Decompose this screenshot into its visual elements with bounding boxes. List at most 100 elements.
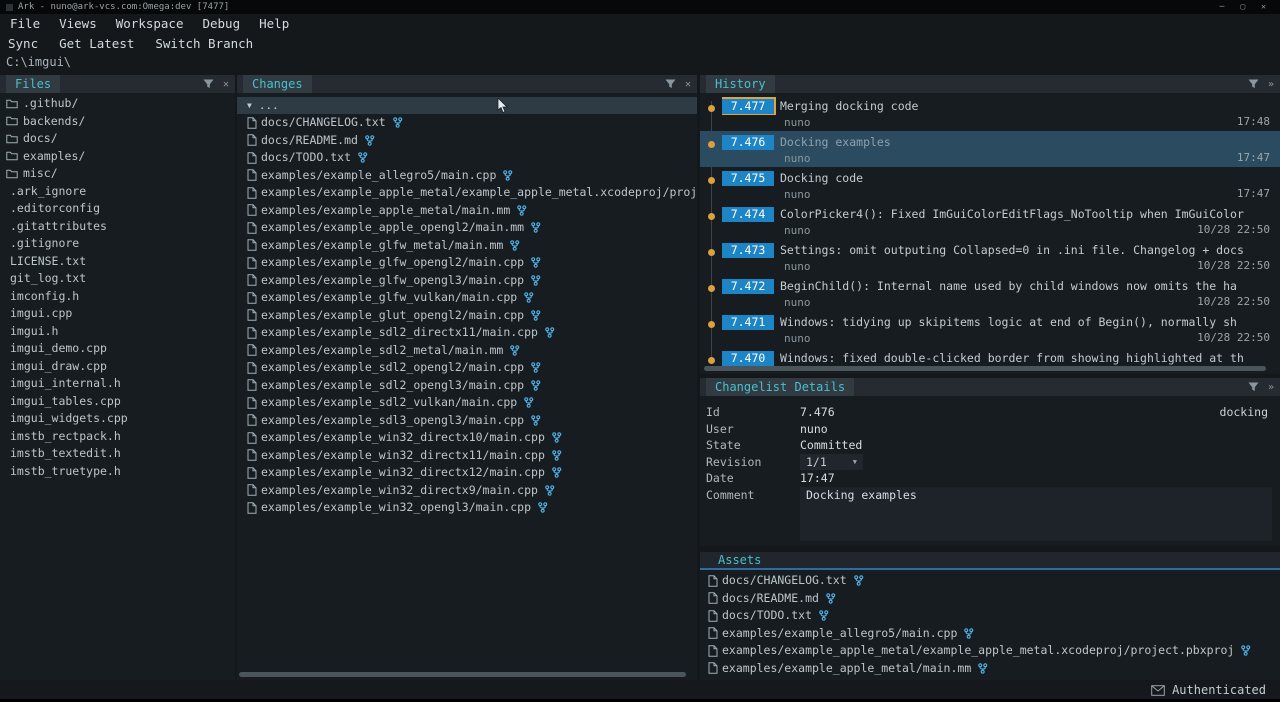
history-row[interactable]: 7.475 Docking code nuno 17:47 [700,167,1280,203]
changed-file-item[interactable]: examples/example_sdl2_vulkan/main.cpp [247,394,697,412]
maximize-icon[interactable]: ▢ [1240,0,1245,14]
file-tree-item[interactable]: imgui_widgets.cpp [6,410,235,428]
file-tree-item[interactable]: imgui.h [6,323,235,341]
file-tree-item[interactable]: .ark_ignore [6,183,235,201]
horizontal-scrollbar[interactable] [704,366,1272,372]
close-icon[interactable]: ✕ [1261,0,1266,14]
timeline-dot-icon [708,249,715,256]
changed-file-item[interactable]: examples/example_apple_metal/example_app… [247,184,697,202]
file-tree-item[interactable]: .github/ [6,95,235,113]
history-panel-header: History » [700,75,1280,93]
asset-item[interactable]: docs/README.md [708,590,1280,608]
file-tree-item[interactable]: imgui_internal.h [6,375,235,393]
changed-file-item[interactable]: docs/CHANGELOG.txt [247,114,697,132]
branch-icon [364,135,375,146]
changed-file-item[interactable]: examples/example_glfw_opengl2/main.cpp [247,254,697,272]
file-tree-item[interactable]: .editorconfig [6,200,235,218]
filter-icon[interactable] [203,79,214,89]
file-tree-item[interactable]: .gitattributes [6,218,235,236]
changed-file-item[interactable]: examples/example_win32_directx10/main.cp… [247,429,697,447]
filter-icon[interactable] [1248,79,1259,89]
revision-badge: 7.473 [722,243,774,258]
history-row[interactable]: 7.473 Settings: omit outputing Collapsed… [700,239,1280,275]
collapse-caret-icon[interactable]: ▼ [247,101,252,110]
changes-root-row[interactable]: ▼ ... [237,97,697,114]
file-name: LICENSE.txt [10,253,86,271]
changed-file-item[interactable]: examples/example_win32_directx12/main.cp… [247,464,697,482]
asset-item[interactable]: examples/example_apple_metal/example_app… [708,642,1280,660]
history-row[interactable]: 7.476 Docking examples nuno 17:47 [700,131,1280,167]
changed-file-item[interactable]: docs/README.md [247,132,697,150]
changed-file-item[interactable]: examples/example_allegro5/main.cpp [247,167,697,185]
file-tree-item[interactable]: imgui.cpp [6,305,235,323]
horizontal-scrollbar[interactable] [239,672,691,678]
file-tree-item[interactable]: imgui_draw.cpp [6,358,235,376]
changed-file-item[interactable]: examples/example_glfw_metal/main.mm [247,237,697,255]
file-tree-item[interactable]: backends/ [6,113,235,131]
changed-file-item[interactable]: examples/example_apple_metal/main.mm [247,202,697,220]
file-tree-item[interactable]: imstb_textedit.h [6,445,235,463]
file-tree-item[interactable]: LICENSE.txt [6,253,235,271]
filter-icon[interactable] [1248,382,1259,392]
changed-file-item[interactable]: examples/example_apple_opengl2/main.mm [247,219,697,237]
history-row[interactable]: 7.474 ColorPicker4(): Fixed ImGuiColorEd… [700,203,1280,239]
changed-file-item[interactable]: docs/TODO.txt [247,149,697,167]
file-tree-item[interactable]: docs/ [6,130,235,148]
history-row[interactable]: 7.471 Windows: tidying up skipitems logi… [700,311,1280,347]
history-tab[interactable]: History [706,75,775,93]
file-tree-item[interactable]: .gitignore [6,235,235,253]
changed-file-item[interactable]: examples/example_win32_opengl3/main.cpp [247,499,697,517]
menu-item[interactable]: Help [259,16,289,31]
history-row[interactable]: 7.472 BeginChild(): Internal name used b… [700,275,1280,311]
revision-badge: 7.475 [722,171,774,186]
file-name: imgui.cpp [10,305,72,323]
toolbar-button[interactable]: Sync [8,36,38,51]
menu-item[interactable]: Views [59,16,97,31]
history-row[interactable]: 7.477 Merging docking code nuno 17:48 [700,95,1280,131]
changed-file-item[interactable]: examples/example_sdl2_opengl3/main.cpp [247,377,697,395]
folder-icon [6,151,19,161]
details-tab[interactable]: Changelist Details [706,378,854,396]
minimize-icon[interactable]: ─ [1220,0,1225,14]
revision-dropdown[interactable]: 1/1 ▼ [800,454,863,470]
changed-file-item[interactable]: examples/example_glut_opengl2/main.cpp [247,307,697,325]
file-tree-item[interactable]: imgui_demo.cpp [6,340,235,358]
changed-file-item[interactable]: examples/example_sdl3_opengl3/main.cpp [247,412,697,430]
menu-item[interactable]: Debug [202,16,240,31]
menu-item[interactable]: File [10,16,40,31]
file-tree-item[interactable]: git_log.txt [6,270,235,288]
changed-file-item[interactable]: examples/example_win32_directx9/main.cpp [247,482,697,500]
toolbar-button[interactable]: Get Latest [59,36,134,51]
file-name: imstb_rectpack.h [10,428,121,446]
chevrons-icon[interactable]: » [1268,382,1274,393]
changes-tab[interactable]: Changes [243,75,312,93]
chevrons-icon[interactable]: » [1268,79,1274,90]
changed-file-item[interactable]: examples/example_sdl2_metal/main.mm [247,342,697,360]
file-tree-item[interactable]: imconfig.h [6,288,235,306]
asset-item[interactable]: docs/CHANGELOG.txt [708,572,1280,590]
changed-file-item[interactable]: examples/example_sdl2_opengl2/main.cpp [247,359,697,377]
close-panel-icon[interactable]: ✕ [223,79,229,90]
asset-item[interactable]: examples/example_allegro5/main.cpp [708,625,1280,643]
changed-file-item[interactable]: examples/example_sdl2_directx11/main.cpp [247,324,697,342]
file-tree-item[interactable]: imgui_tables.cpp [6,393,235,411]
branch-name: docking [1220,404,1272,421]
asset-item[interactable]: examples/example_apple_metal/main.mm [708,660,1280,678]
asset-item[interactable]: docs/TODO.txt [708,607,1280,625]
file-tree-item[interactable]: examples/ [6,148,235,166]
filter-icon[interactable] [665,79,676,89]
file-name: backends/ [23,113,85,131]
menu-item[interactable]: Workspace [116,16,184,31]
toolbar-button[interactable]: Switch Branch [155,36,253,51]
file-tree-item[interactable]: imstb_truetype.h [6,463,235,481]
changed-file-name: examples/example_sdl2_directx11/main.cpp [261,324,538,342]
file-tree-item[interactable]: imstb_rectpack.h [6,428,235,446]
changed-file-item[interactable]: examples/example_win32_directx11/main.cp… [247,447,697,465]
files-tab[interactable]: Files [6,75,60,93]
changed-file-item[interactable]: examples/example_glfw_opengl3/main.cpp [247,272,697,290]
file-tree-item[interactable]: misc/ [6,165,235,183]
close-panel-icon[interactable]: ✕ [685,79,691,90]
changed-file-item[interactable]: examples/example_glfw_vulkan/main.cpp [247,289,697,307]
history-row[interactable]: 7.470 Windows: fixed double-clicked bord… [700,347,1280,367]
comment-textarea[interactable]: Docking examples [800,487,1272,541]
